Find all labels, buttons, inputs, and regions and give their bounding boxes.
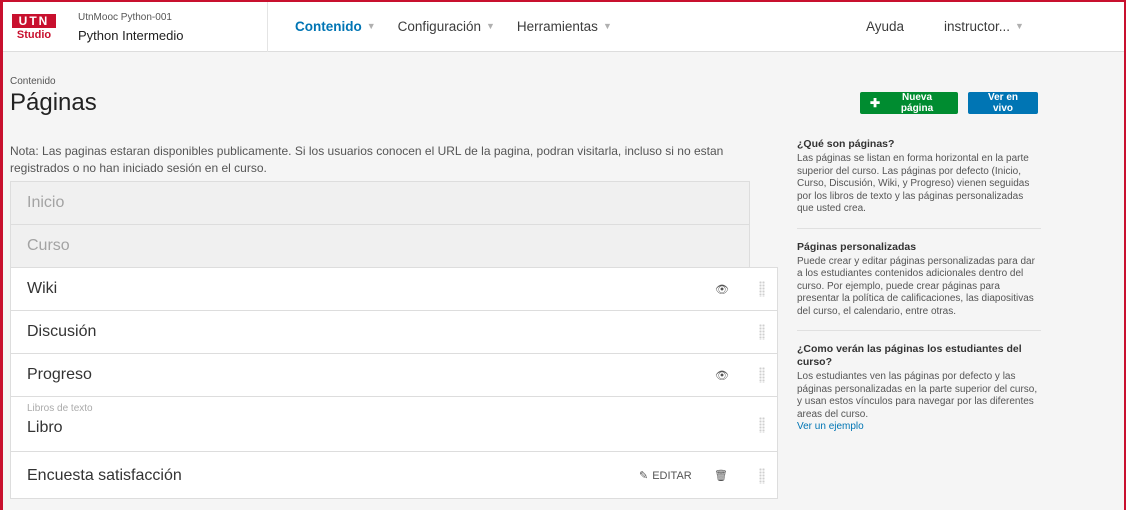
help-nav: Ayuda (866, 0, 926, 52)
page-label: Libro (27, 419, 63, 436)
edit-button[interactable]: ✎ EDITAR (639, 469, 692, 483)
page-row-curso: Curso (10, 224, 750, 267)
page-row-encuesta[interactable]: Encuesta satisfacción ✎ EDITAR 🗑 (10, 451, 778, 499)
chevron-down-icon: ▼ (366, 21, 376, 31)
page-row-discusion[interactable]: Discusión (10, 310, 778, 353)
drag-handle[interactable] (759, 324, 765, 340)
course-org: UtnMooc Python-001 (78, 12, 172, 23)
sidebar-text: Los estudiantes ven las páginas por defe… (797, 371, 1038, 420)
drag-handle[interactable] (759, 468, 765, 484)
user-name: instructor... (944, 18, 1011, 34)
studio-header: UTN Studio UtnMooc Python-001 Python Int… (0, 0, 1126, 52)
chevron-down-icon: ▼ (1015, 21, 1024, 31)
sidebar-text: Las páginas se listan en forma horizonta… (797, 153, 1030, 214)
eye-icon[interactable]: 👁 (715, 369, 729, 382)
drag-handle[interactable] (759, 367, 765, 383)
sidebar-title: ¿Qué son páginas? (797, 138, 895, 150)
sidebar-section-what: ¿Qué son páginas? Las páginas se listan … (797, 138, 1041, 229)
user-menu[interactable]: instructor... ▼ (944, 0, 1024, 52)
page-subtitle: Contenido (10, 76, 56, 87)
drag-handle[interactable] (759, 281, 765, 297)
chevron-down-icon: ▼ (485, 21, 495, 31)
logo-studio-text: Studio (16, 29, 52, 41)
nav-herramientas[interactable]: Herramientas ▼ (517, 19, 612, 34)
course-title: Python Intermedio (78, 28, 184, 43)
help-sidebar: ¿Qué son páginas? Las páginas se listan … (797, 138, 1041, 458)
nav-configuracion[interactable]: Configuración ▼ (398, 19, 495, 34)
new-page-button[interactable]: ✚ Nueva página (860, 92, 958, 114)
page-row-wiki[interactable]: Wiki 👁 (10, 267, 778, 310)
pencil-icon: ✎ (639, 470, 649, 482)
main-nav: Contenido ▼ Configuración ▼ Herramientas… (295, 0, 634, 52)
page-row-libro[interactable]: Libros de texto Libro (10, 396, 778, 451)
sidebar-title: Páginas personalizadas (797, 240, 917, 253)
edit-label: EDITAR (652, 469, 692, 482)
chevron-down-icon: ▼ (602, 21, 612, 31)
drag-handle[interactable] (759, 417, 765, 433)
page-label: Curso (27, 237, 70, 254)
page-label: Discusión (27, 323, 97, 340)
nav-contenido[interactable]: Contenido ▼ (295, 19, 376, 34)
eye-icon[interactable]: 👁 (715, 283, 729, 296)
page-label: Encuesta satisfacción (27, 467, 182, 484)
page-label: Progreso (27, 366, 92, 383)
sidebar-title: ¿Como verán las páginas los estudiantes … (797, 343, 1022, 368)
trash-icon[interactable]: 🗑 (714, 469, 728, 482)
pages-list: Inicio Curso Wiki 👁 Discusión Progreso 👁… (10, 181, 778, 499)
page-title: Páginas (10, 89, 97, 116)
page-category: Libros de texto (27, 403, 93, 414)
sidebar-section-custom: Páginas personalizadas Puede crear y edi… (797, 240, 1041, 331)
page-label: Inicio (27, 194, 65, 211)
page-row-inicio: Inicio (10, 181, 750, 224)
studio-logo[interactable]: UTN Studio (12, 14, 56, 42)
help-link[interactable]: Ayuda (866, 19, 904, 34)
plus-icon: ✚ (870, 96, 881, 110)
sidebar-section-students: ¿Como verán las páginas los estudiantes … (797, 343, 1041, 446)
new-page-label: Nueva página (900, 92, 934, 114)
logo-mark: UTN (12, 14, 56, 28)
view-live-label: Ver en vivo (987, 92, 1019, 114)
example-link[interactable]: Ver un ejemplo (797, 421, 1041, 434)
public-pages-note: Nota: Las paginas estaran disponibles pu… (10, 144, 724, 175)
sidebar-text: Puede crear y editar páginas personaliza… (797, 255, 1035, 317)
nav-herramientas-label: Herramientas (516, 18, 598, 34)
course-brand[interactable]: UTN Studio UtnMooc Python-001 Python Int… (0, 0, 268, 52)
view-live-button[interactable]: Ver en vivo (968, 92, 1038, 114)
nav-contenido-label: Contenido (295, 18, 362, 34)
page-label: Wiki (27, 280, 58, 297)
nav-configuracion-label: Configuración (397, 18, 481, 34)
page-row-progreso[interactable]: Progreso 👁 (10, 353, 778, 396)
